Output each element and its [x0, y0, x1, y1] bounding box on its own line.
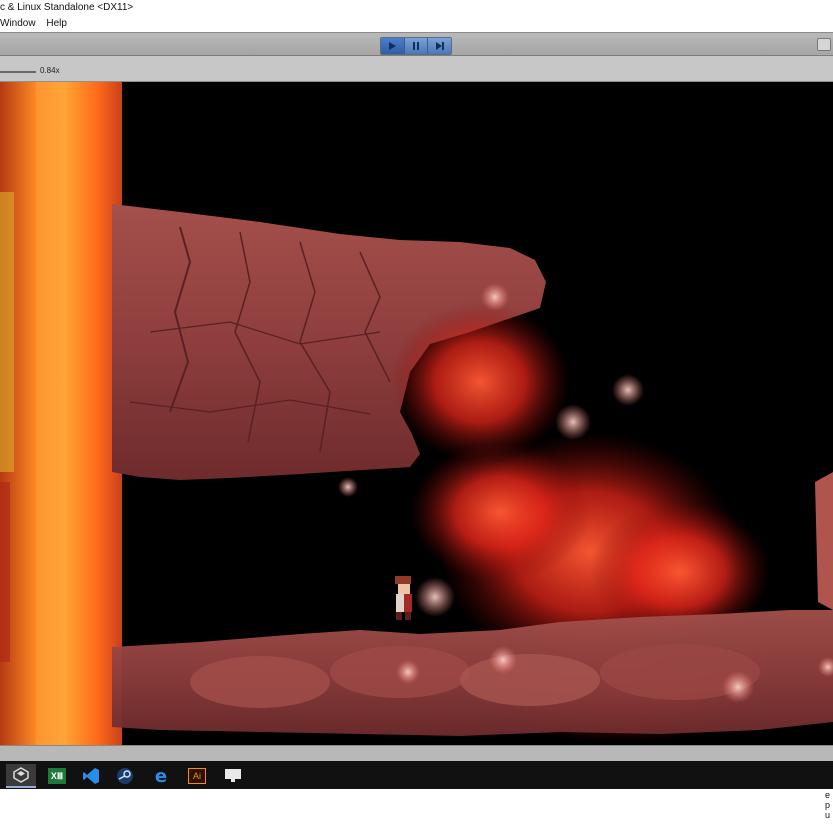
- menu-item-window[interactable]: Window: [0, 18, 36, 29]
- scale-slider[interactable]: [0, 71, 36, 73]
- player-character: [395, 576, 412, 620]
- visual-studio-code-icon: [83, 768, 99, 784]
- unity-icon: [13, 767, 29, 783]
- excel-icon-label: XⅢ: [50, 770, 64, 781]
- taskbar-unity[interactable]: [6, 764, 36, 788]
- edge-icon: e: [154, 765, 168, 787]
- toolbar: [0, 32, 833, 56]
- illustrator-icon: Ai: [188, 768, 206, 784]
- window-title: c & Linux Standalone <DX11>: [0, 0, 833, 16]
- game-scene: [0, 82, 833, 745]
- layout-dropdown-button[interactable]: [817, 38, 831, 51]
- steam-icon: [117, 768, 133, 784]
- game-viewport[interactable]: [0, 82, 833, 745]
- taskbar: XⅢ e Ai: [0, 761, 833, 789]
- pause-button[interactable]: [404, 38, 429, 54]
- play-button[interactable]: [381, 38, 405, 54]
- menu-item-help[interactable]: Help: [46, 18, 67, 29]
- illustrator-icon-label: Ai: [192, 771, 201, 781]
- corner-text: e p u: [825, 790, 831, 820]
- play-icon: [389, 42, 397, 50]
- game-view-header: 0.84x: [0, 56, 833, 82]
- taskbar-steam[interactable]: [110, 764, 140, 788]
- step-button[interactable]: [428, 38, 451, 54]
- play-controls: [380, 37, 452, 55]
- menu-bar: Window Help: [0, 16, 833, 32]
- lava-pillar: [0, 82, 122, 745]
- scale-label: 0.84x: [40, 66, 60, 75]
- pause-icon: [413, 42, 419, 50]
- display-icon: [225, 769, 241, 782]
- taskbar-excel[interactable]: XⅢ: [42, 764, 72, 788]
- taskbar-illustrator[interactable]: Ai: [182, 764, 212, 788]
- step-icon: [435, 42, 444, 50]
- status-strip: [0, 745, 833, 761]
- taskbar-display[interactable]: [218, 764, 248, 788]
- taskbar-vscode[interactable]: [76, 764, 106, 788]
- taskbar-edge[interactable]: e: [146, 764, 176, 788]
- excel-icon: XⅢ: [48, 768, 66, 784]
